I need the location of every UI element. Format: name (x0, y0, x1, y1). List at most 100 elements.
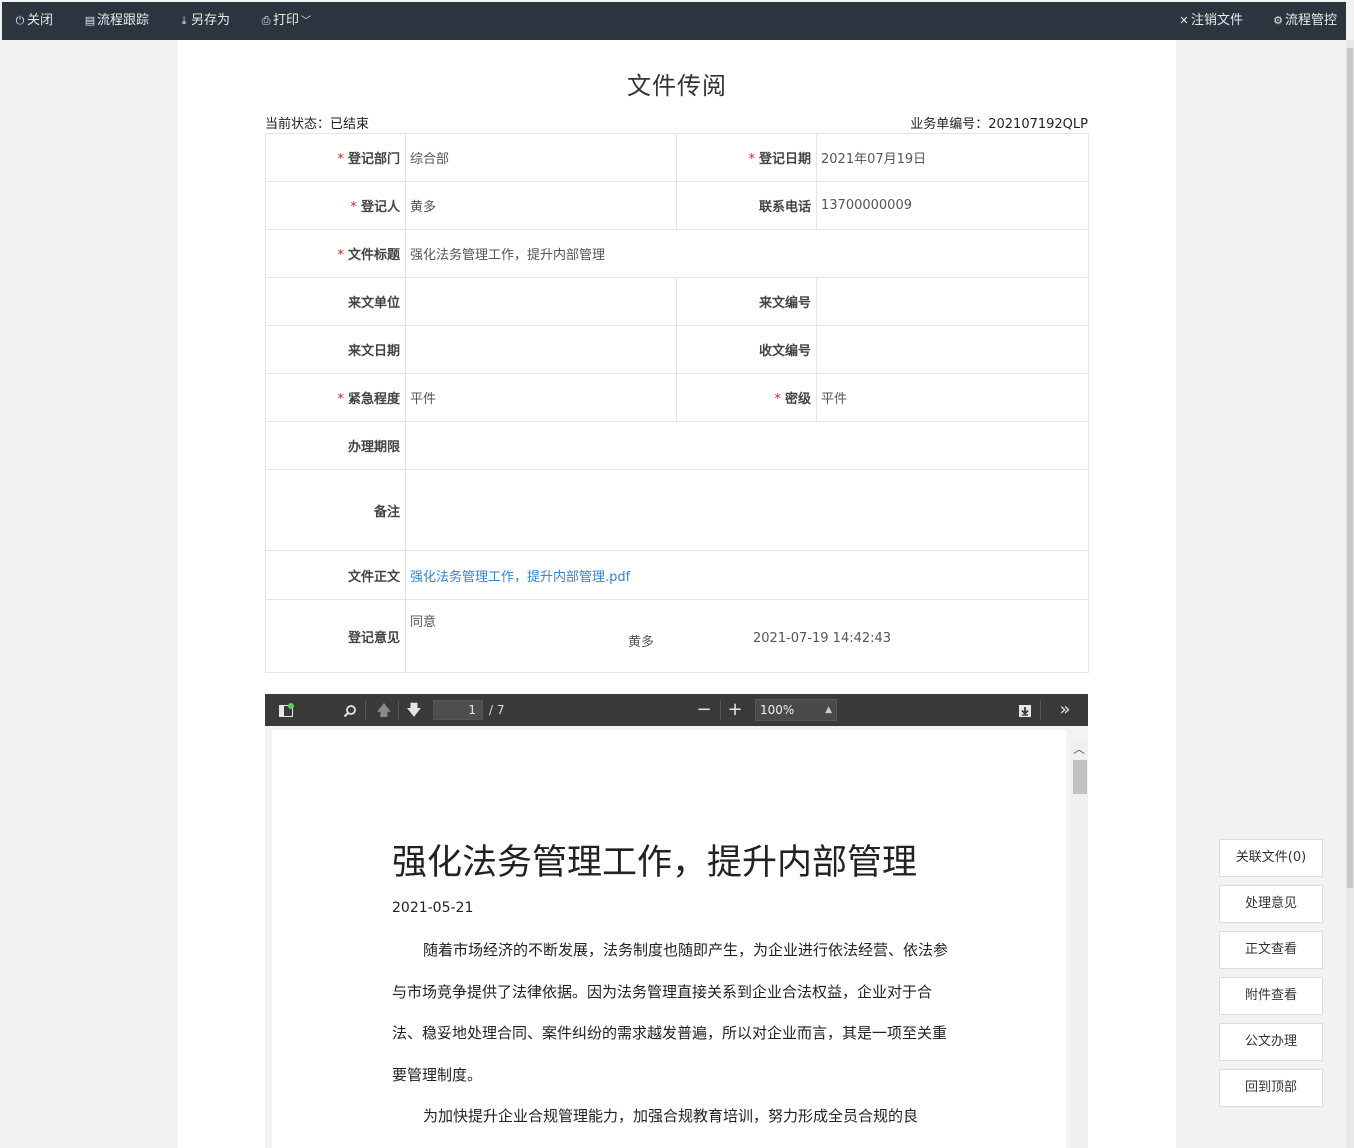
save-as-button[interactable]: ⤓ 另存为 (178, 2, 230, 40)
select-arrows-icon: ▲ (825, 705, 832, 715)
view-attachments-button[interactable]: 附件查看 (1219, 977, 1323, 1015)
form-row: 备注 (265, 469, 1089, 551)
body-file-link[interactable]: 强化法务管理工作，提升内部管理.pdf (410, 570, 630, 585)
search-icon[interactable] (339, 694, 361, 726)
pdf-paragraph: 随着市场经济的不断发展，法务制度也随即产生，为企业进行依法经营、依法参与市场竞争… (392, 941, 949, 1084)
pdf-page: 强化法务管理工作，提升内部管理 2021-05-21 随着市场经济的不断发展，法… (272, 730, 1066, 1148)
chevron-up-icon[interactable]: ︿ (1073, 740, 1085, 757)
dept-label: * 登记部门 (265, 133, 406, 182)
source-unit-label: 来文单位 (265, 277, 406, 326)
source-date-value (405, 325, 677, 374)
receive-no-label: 收文编号 (676, 325, 817, 374)
urgency-value: 平件 (405, 373, 677, 422)
download-icon[interactable] (1014, 694, 1036, 726)
page-scrollbar-thumb[interactable] (1347, 48, 1353, 888)
list-icon: ▤ (84, 14, 96, 27)
cancel-document-button[interactable]: ✕ 注销文件 (1178, 2, 1243, 40)
opinions-button[interactable]: 处理意见 (1219, 885, 1323, 923)
close-button[interactable]: ⏻ 关闭 (14, 2, 53, 40)
power-icon: ⏻ (15, 14, 25, 27)
person-value: 黄多 (405, 181, 677, 230)
business-number: 业务单编号：202107192QLP (910, 117, 1088, 132)
view-body-button[interactable]: 正文查看 (1219, 931, 1323, 969)
phone-value: 13700000009 (816, 181, 1089, 230)
form-row: * 紧急程度 平件 * 密级 平件 (265, 373, 1089, 422)
back-to-top-button[interactable]: 回到顶部 (1219, 1069, 1323, 1107)
subject-value: 强化法务管理工作，提升内部管理 (405, 229, 1089, 278)
page-number-input[interactable]: 1 (433, 700, 483, 720)
opinion-user: 黄多 (628, 635, 655, 650)
remark-label: 备注 (265, 469, 406, 551)
deadline-label: 办理期限 (265, 421, 406, 470)
secret-label: * 密级 (676, 373, 817, 422)
remark-value (405, 469, 1089, 551)
opinion-cell: 同意 黄多 2021-07-19 14:42:43 (405, 599, 1089, 673)
form-row: 文件正文 强化法务管理工作，提升内部管理.pdf (265, 550, 1089, 600)
opinion-time: 2021-07-19 14:42:43 (753, 631, 892, 646)
status-line: 当前状态：已结束 业务单编号：202107192QLP (265, 113, 1088, 132)
flow-control-button[interactable]: ⚙ 流程管控 (1272, 2, 1337, 40)
chevron-down-icon: ﹀ (301, 16, 312, 27)
related-files-button[interactable]: 关联文件(0) (1219, 839, 1323, 877)
dept-value: 综合部 (405, 133, 677, 182)
receive-no-value (816, 325, 1089, 374)
body-file-cell: 强化法务管理工作，提升内部管理.pdf (405, 550, 1089, 600)
opinion-label: 登记意见 (265, 599, 406, 673)
source-no-value (816, 277, 1089, 326)
zoom-in-icon[interactable]: + (724, 694, 746, 726)
page-scrollbar[interactable] (1346, 40, 1354, 1148)
body-label: 文件正文 (265, 550, 406, 600)
top-toolbar: ⏻ 关闭 ▤ 流程跟踪 ⤓ 另存为 ⎙ 打印 ﹀ ✕ 注销文件 ⚙ 流程管控 (2, 2, 1346, 40)
phone-label: 联系电话 (676, 181, 817, 230)
form-row: 登记意见 同意 黄多 2021-07-19 14:42:43 (265, 599, 1089, 673)
sidebar-toggle-icon[interactable] (275, 694, 297, 726)
date-value: 2021年07月19日 (816, 133, 1089, 182)
pdf-viewer: 🡅 🡇 1 / 7 − + 100% ▲ » 强化法务管理工作，提升内部管理 2… (265, 694, 1088, 1148)
toolbar-divider (720, 700, 721, 720)
current-status: 当前状态：已结束 (265, 117, 370, 132)
form-row: * 文件标题 强化法务管理工作，提升内部管理 (265, 229, 1089, 278)
page-title: 文件传阅 (627, 72, 727, 100)
download-icon: ⤓ (181, 14, 187, 27)
zoom-out-icon[interactable]: − (693, 694, 715, 726)
print-button[interactable]: ⎙ 打印 ﹀ (260, 2, 311, 40)
pdf-toolbar: 🡅 🡇 1 / 7 − + 100% ▲ » (265, 694, 1088, 726)
opinion-block: 同意 黄多 2021-07-19 14:42:43 (406, 600, 1088, 672)
form-row: 来文单位 来文编号 (265, 277, 1089, 326)
secret-value: 平件 (816, 373, 1089, 422)
pdf-heading: 强化法务管理工作，提升内部管理 (392, 843, 918, 883)
handle-document-button[interactable]: 公文办理 (1219, 1023, 1323, 1061)
page-total: / 7 (489, 703, 505, 717)
source-date-label: 来文日期 (265, 325, 406, 374)
pdf-paragraph: 为加快提升企业合规管理能力，加强合规教育培训，努力形成全员合规的良 (423, 1107, 919, 1125)
form-row: * 登记人 黄多 联系电话 13700000009 (265, 181, 1089, 230)
gear-icon: ⚙ (1273, 14, 1283, 27)
subject-label: * 文件标题 (265, 229, 406, 278)
prev-page-icon[interactable]: 🡅 (373, 694, 395, 726)
toolbar-divider (1040, 700, 1041, 720)
form-row: * 登记部门 综合部 * 登记日期 2021年07月19日 (265, 133, 1089, 182)
zoom-select[interactable]: 100% ▲ (755, 699, 837, 721)
pdf-date: 2021-05-21 (392, 900, 474, 916)
opinion-text: 同意 (410, 615, 437, 630)
more-tools-icon[interactable]: » (1053, 694, 1077, 726)
pdf-content-area: 强化法务管理工作，提升内部管理 2021-05-21 随着市场经济的不断发展，法… (265, 726, 1088, 1148)
toolbar-divider (398, 700, 399, 720)
source-no-label: 来文编号 (676, 277, 817, 326)
toolbar-divider (365, 700, 366, 720)
source-unit-value (405, 277, 677, 326)
next-page-icon[interactable]: 🡇 (403, 694, 425, 726)
registration-form: * 登记部门 综合部 * 登记日期 2021年07月19日 * 登记人 黄多 联系电话… (265, 133, 1089, 673)
printer-icon: ⎙ (261, 14, 271, 27)
person-label: * 登记人 (265, 181, 406, 230)
form-row: 办理期限 (265, 421, 1089, 470)
urgency-label: * 紧急程度 (265, 373, 406, 422)
document-page: 文件传阅 当前状态：已结束 业务单编号：202107192QLP * 登记部门 综… (178, 40, 1176, 1148)
form-row: 来文日期 收文编号 (265, 325, 1089, 374)
pdf-scrollbar[interactable]: ︿ (1070, 740, 1088, 1148)
deadline-value (405, 421, 1089, 470)
track-button[interactable]: ▤ 流程跟踪 (84, 2, 149, 40)
date-label: * 登记日期 (676, 133, 817, 182)
pdf-scrollbar-thumb[interactable] (1073, 760, 1087, 794)
close-icon: ✕ (1179, 14, 1189, 27)
